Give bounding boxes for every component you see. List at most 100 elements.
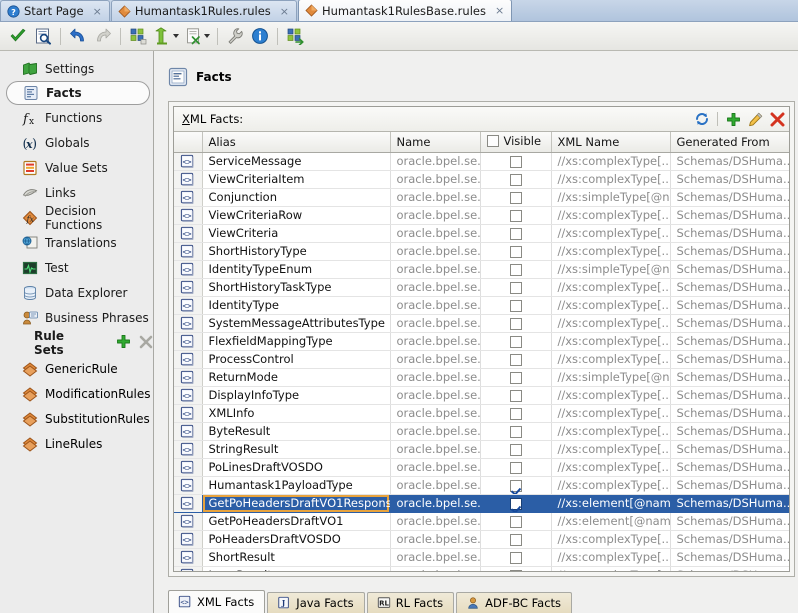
cell-name[interactable]: oracle.bpel.se... <box>390 440 481 459</box>
sidebar-item-functions[interactable]: f x Functions <box>0 105 153 130</box>
table-row[interactable]: <> ViewCriteriaItem oracle.bpel.se... //xs:… <box>174 170 789 189</box>
cell-xml-name[interactable]: //xs:complexType[... <box>551 350 671 369</box>
redo-button[interactable] <box>91 24 115 48</box>
row-type-icon-cell[interactable]: <> <box>174 206 203 225</box>
cell-visible[interactable] <box>480 314 552 333</box>
cell-xml-name[interactable]: //xs:simpleType[@n... <box>551 260 671 279</box>
cell-generated-from[interactable]: Schemas/DSHuma... <box>670 422 789 441</box>
cell-alias[interactable]: PoLinesDraftVOSDO <box>202 458 391 477</box>
cell-visible[interactable] <box>480 368 552 387</box>
cell-visible[interactable] <box>480 242 552 261</box>
cell-generated-from[interactable]: Schemas/DSHuma... <box>670 458 789 477</box>
cell-name[interactable]: oracle.bpel.se... <box>390 512 481 531</box>
cell-xml-name[interactable]: //xs:complexType[... <box>551 224 671 243</box>
row-type-icon-cell[interactable]: <> <box>174 170 203 189</box>
column-header-generated-from[interactable]: Generated From <box>670 132 789 153</box>
row-type-icon-cell[interactable]: <> <box>174 404 203 423</box>
cell-xml-name[interactable]: //xs:complexType[... <box>551 422 671 441</box>
cell-alias[interactable]: ViewCriteriaItem <box>202 170 391 189</box>
visible-checkbox[interactable] <box>509 515 522 528</box>
cell-alias[interactable]: ViewCriteria <box>202 224 391 243</box>
cell-xml-name[interactable]: //xs:complexType[... <box>551 386 671 405</box>
info-button[interactable] <box>248 24 272 48</box>
tab-java-facts[interactable]: J Java Facts <box>267 592 365 613</box>
cell-generated-from[interactable]: Schemas/DSHuma... <box>670 152 789 171</box>
cell-visible[interactable] <box>480 548 552 567</box>
visible-checkbox[interactable] <box>509 569 522 571</box>
import-dictionary-button[interactable] <box>126 24 150 48</box>
validate-button[interactable] <box>6 24 30 48</box>
visible-checkbox[interactable] <box>509 353 522 366</box>
cell-name[interactable]: oracle.bpel.se... <box>390 422 481 441</box>
row-type-icon-cell[interactable]: <> <box>174 494 203 513</box>
edit-fact-button[interactable] <box>745 109 765 129</box>
cell-alias[interactable]: StringResult <box>202 440 391 459</box>
cell-generated-from[interactable]: Schemas/DSHuma... <box>670 530 789 549</box>
cell-generated-from[interactable]: Schemas/DSHuma... <box>670 314 789 333</box>
chevron-down-icon[interactable] <box>172 34 179 38</box>
cell-generated-from[interactable]: Schemas/DSHuma... <box>670 260 789 279</box>
visible-checkbox[interactable] <box>509 317 522 330</box>
row-type-icon-cell[interactable]: <> <box>174 332 203 351</box>
tab-xml-facts[interactable]: <> XML Facts <box>168 590 266 613</box>
cell-alias[interactable]: ShortHistoryType <box>202 242 391 261</box>
table-row[interactable]: <> ShortHistoryType oracle.bpel.se... //xs:… <box>174 242 789 261</box>
table-row[interactable]: <> Conjunction oracle.bpel.se... //xs:simpl… <box>174 188 789 207</box>
cell-alias[interactable]: IdentityTypeEnum <box>202 260 391 279</box>
table-row[interactable]: <> IdentityTypeEnum oracle.bpel.se... //xs:… <box>174 260 789 279</box>
cell-name[interactable]: oracle.bpel.se... <box>390 548 481 567</box>
cell-generated-from[interactable]: Schemas/DSHuma... <box>670 548 789 567</box>
cell-generated-from[interactable]: Schemas/DSHuma... <box>670 404 789 423</box>
rule-set-item-linerules[interactable]: LineRules <box>0 431 153 456</box>
visible-checkbox[interactable] <box>509 209 522 222</box>
sidebar-item-test[interactable]: Test <box>0 255 153 280</box>
cell-name[interactable]: oracle.bpel.se... <box>390 350 481 369</box>
cell-alias[interactable]: Conjunction <box>202 188 391 207</box>
cell-name[interactable]: oracle.bpel.se... <box>390 386 481 405</box>
close-icon[interactable]: × <box>278 6 291 17</box>
table-row[interactable]: <> ShortResult oracle.bpel.se... //xs:compl… <box>174 548 789 567</box>
visible-checkbox[interactable] <box>509 443 522 456</box>
cell-alias[interactable]: FlexfieldMappingType <box>202 332 391 351</box>
table-row[interactable]: <> PoLinesDraftVOSDO oracle.bpel.se... //xs… <box>174 458 789 477</box>
cell-alias[interactable]: Humantask1PayloadType <box>202 476 391 495</box>
cell-alias[interactable]: XMLInfo <box>202 404 391 423</box>
sidebar-item-settings[interactable]: Settings <box>0 56 153 81</box>
link-dictionary-button[interactable] <box>283 24 307 48</box>
cell-xml-name[interactable]: //xs:element[@nam... <box>551 512 671 531</box>
table-row[interactable]: <> GetPoHeadersDraftVO1 oracle.bpel.se... /… <box>174 512 789 531</box>
cell-generated-from[interactable]: Schemas/DSHuma... <box>670 512 789 531</box>
cell-visible[interactable] <box>480 224 552 243</box>
cell-visible[interactable] <box>480 188 552 207</box>
row-type-icon-cell[interactable]: <> <box>174 440 203 459</box>
visible-checkbox[interactable] <box>509 299 522 312</box>
cell-generated-from[interactable]: Schemas/DSHuma... <box>670 440 789 459</box>
cell-xml-name[interactable]: //xs:complexType[... <box>551 404 671 423</box>
cell-generated-from[interactable]: Schemas/DSHuma... <box>670 242 789 261</box>
row-type-icon-cell[interactable]: <> <box>174 224 203 243</box>
cell-name[interactable]: oracle.bpel.se... <box>390 530 481 549</box>
cell-name[interactable]: oracle.bpel.se... <box>390 494 481 513</box>
rule-set-item-modificationrules[interactable]: ModificationRules <box>0 381 153 406</box>
cell-xml-name[interactable]: //xs:complexType[... <box>551 314 671 333</box>
row-type-icon-cell[interactable]: <> <box>174 350 203 369</box>
cell-visible[interactable] <box>480 422 552 441</box>
sidebar-item-decision-functions[interactable]: fx Decision Functions <box>0 204 153 232</box>
close-icon[interactable]: × <box>91 6 104 17</box>
row-type-icon-cell[interactable]: <> <box>174 386 203 405</box>
chevron-down-icon[interactable] <box>203 34 210 38</box>
visible-checkbox[interactable] <box>509 425 522 438</box>
cell-visible[interactable] <box>480 440 552 459</box>
cell-name[interactable]: oracle.bpel.se... <box>390 260 481 279</box>
cell-visible[interactable] <box>480 566 552 571</box>
sidebar-item-data-explorer[interactable]: Data Explorer <box>0 280 153 305</box>
cell-generated-from[interactable]: Schemas/DSHuma... <box>670 494 789 513</box>
cell-name[interactable]: oracle.bpel.se... <box>390 296 481 315</box>
table-row[interactable]: <> LongResult oracle.bpel.se... //xs:comple… <box>174 566 789 571</box>
close-icon[interactable]: × <box>493 5 506 16</box>
cell-xml-name[interactable]: //xs:complexType[... <box>551 458 671 477</box>
editor-tab-2[interactable]: Humantask1Rules.rules × <box>110 0 297 21</box>
visible-checkbox[interactable] <box>509 155 522 168</box>
sidebar-item-links[interactable]: Links <box>0 180 153 205</box>
cell-alias[interactable]: PoHeadersDraftVOSDO <box>202 530 391 549</box>
